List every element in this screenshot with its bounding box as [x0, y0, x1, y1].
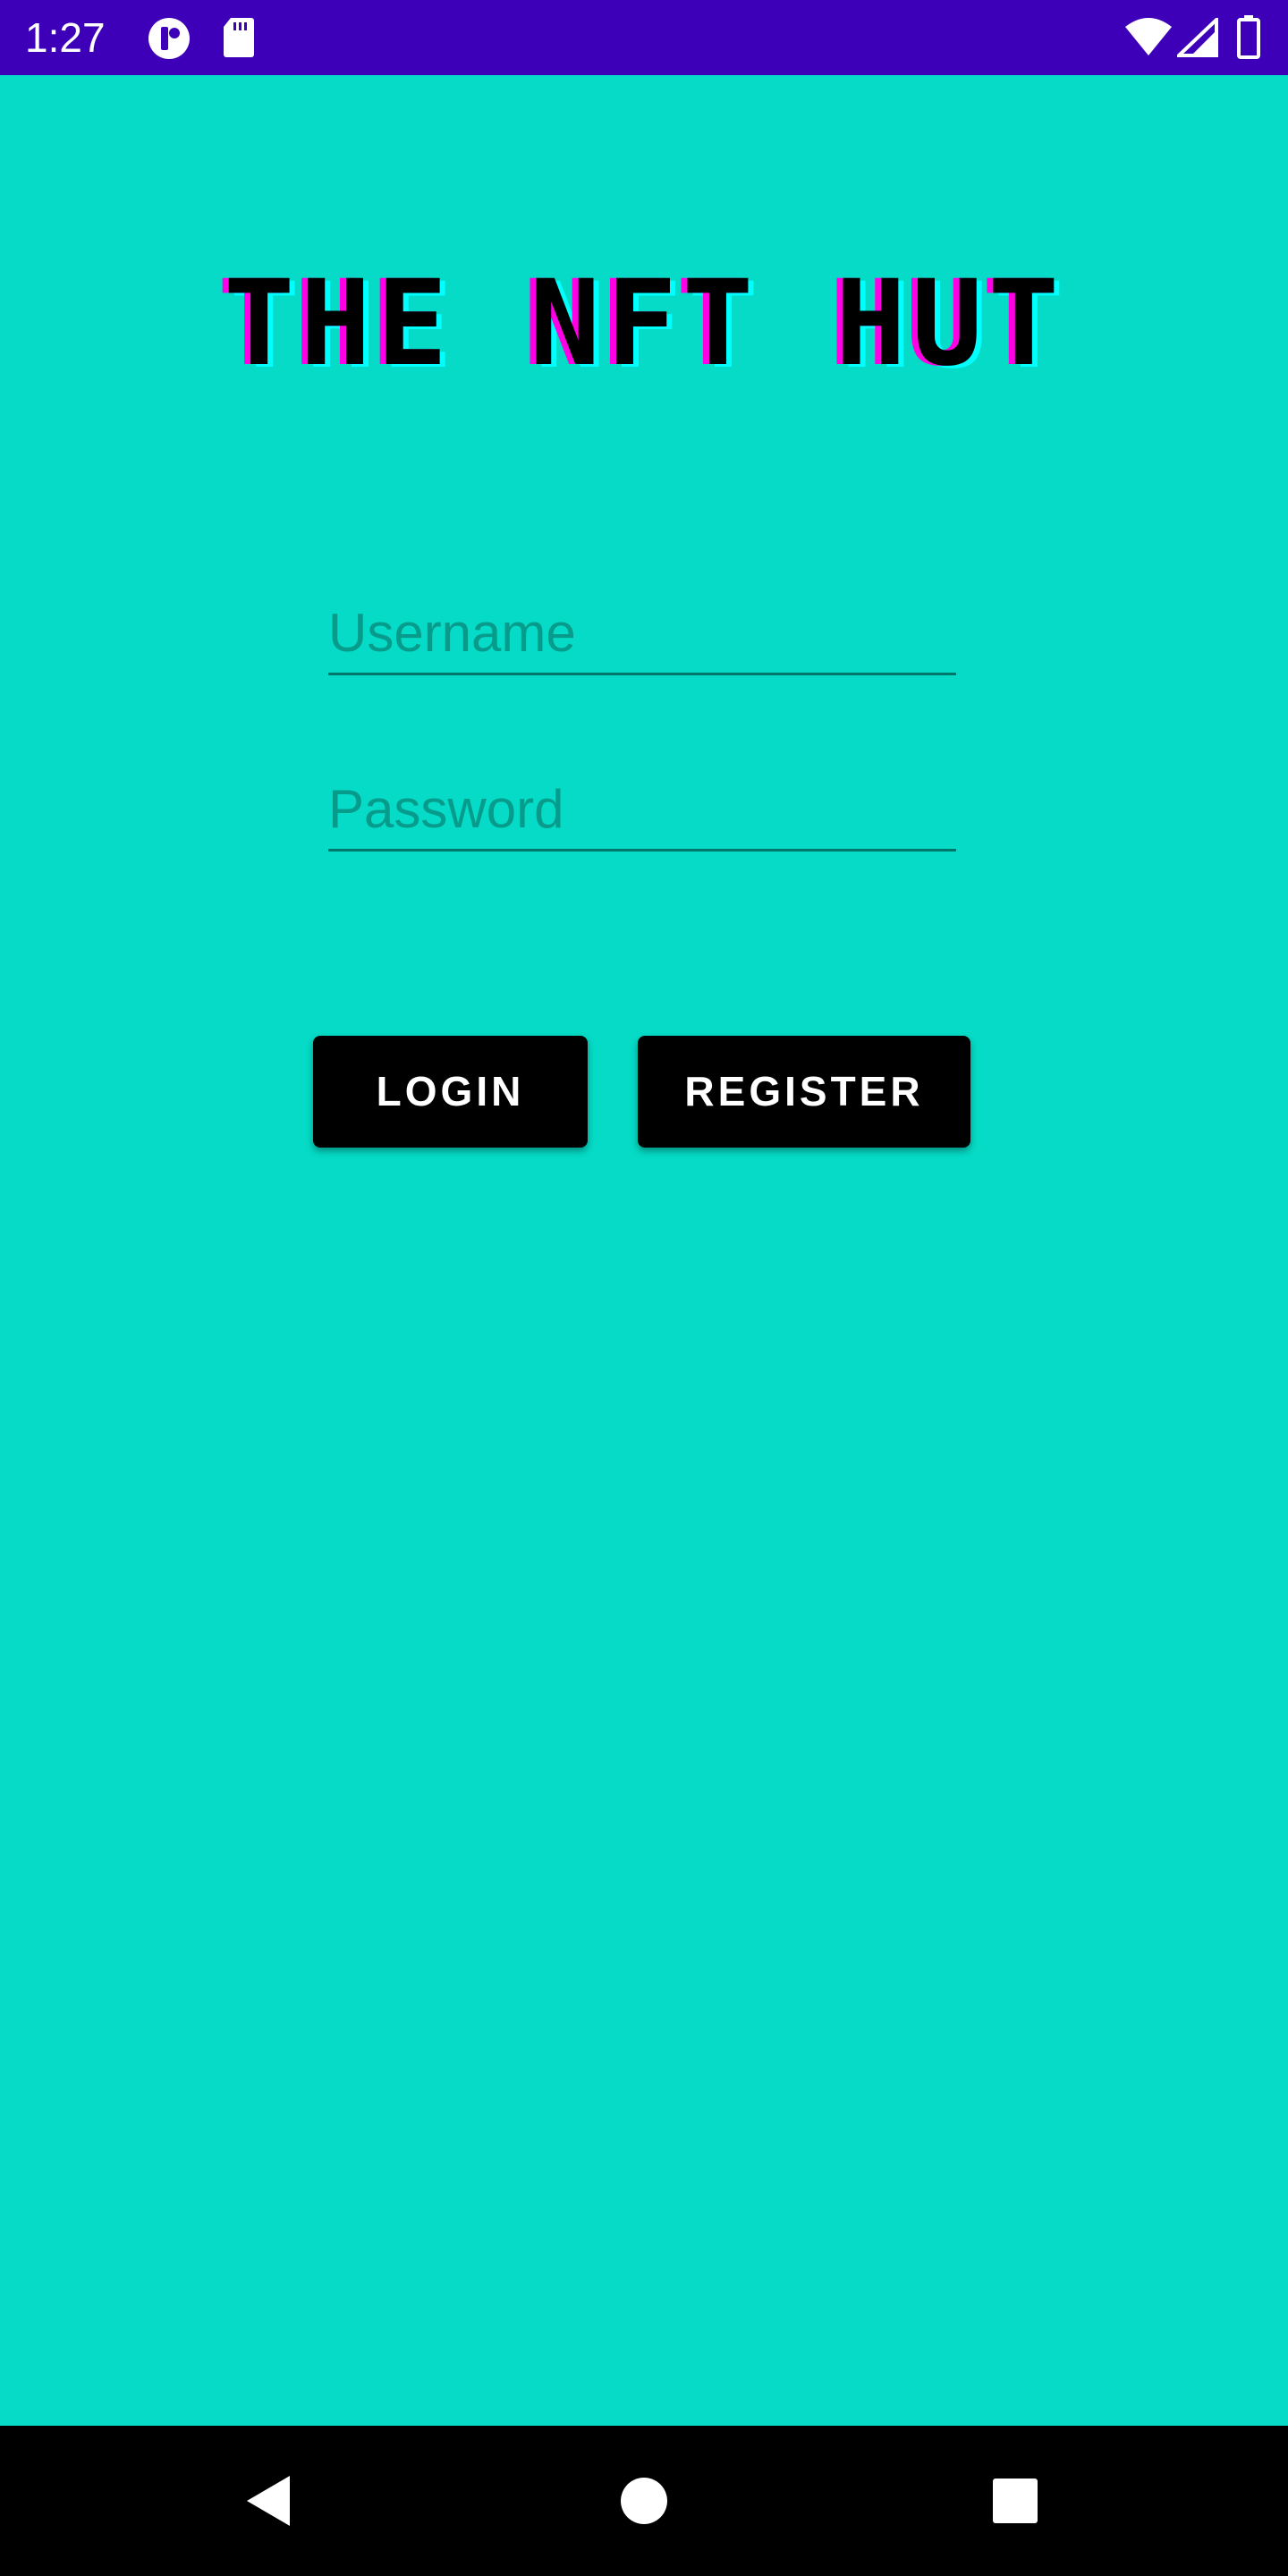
username-field[interactable]: [328, 593, 956, 675]
cell-signal-icon: [1177, 18, 1218, 57]
navigation-bar: [0, 2426, 1288, 2576]
battery-icon: [1237, 15, 1260, 59]
back-icon[interactable]: [197, 2426, 340, 2576]
home-icon[interactable]: [572, 2426, 716, 2576]
register-button[interactable]: REGISTER: [638, 1036, 970, 1148]
wifi-icon: [1125, 18, 1172, 55]
username-input[interactable]: [328, 593, 956, 673]
sd-card-icon: [224, 18, 254, 57]
app-notification-icon: [148, 18, 190, 59]
password-field[interactable]: [328, 769, 956, 852]
status-time: 1:27: [25, 14, 106, 61]
password-input[interactable]: [328, 769, 956, 849]
recents-icon[interactable]: [944, 2426, 1087, 2576]
status-bar: 1:27: [0, 0, 1288, 75]
login-button[interactable]: LOGIN: [313, 1036, 588, 1148]
app-title: THE NFT HUT: [223, 255, 1065, 393]
